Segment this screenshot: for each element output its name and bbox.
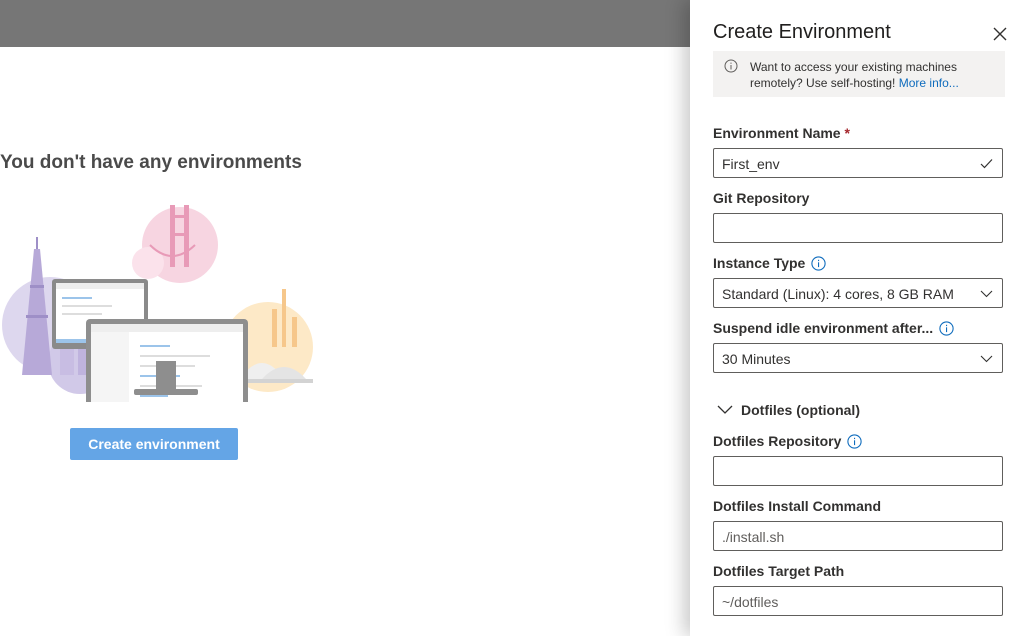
environment-name-input[interactable]: First_env bbox=[713, 148, 1003, 178]
empty-state-title: You don't have any environments bbox=[0, 152, 302, 173]
environment-name-label: Environment Name * bbox=[713, 125, 850, 141]
panel-title: Create Environment bbox=[713, 21, 891, 43]
suspend-dropdown[interactable]: 30 Minutes bbox=[713, 343, 1003, 373]
target-path-placeholder: ~/dotfiles bbox=[722, 594, 779, 610]
main-area: You don't have any environments Create e… bbox=[0, 47, 690, 636]
create-environment-panel: Create Environment Want to access your e… bbox=[690, 0, 1029, 636]
target-path-input[interactable]: ~/dotfiles bbox=[713, 586, 1003, 616]
notice-text: Want to access your existing machines re… bbox=[750, 59, 1000, 91]
dotfiles-section-label: Dotfiles (optional) bbox=[741, 402, 860, 418]
git-repository-label: Git Repository bbox=[713, 190, 810, 206]
dotfiles-repository-input[interactable] bbox=[713, 456, 1003, 486]
top-bar-overlay bbox=[0, 0, 690, 47]
dotfiles-repository-label: Dotfiles Repository bbox=[713, 433, 863, 449]
install-command-input[interactable]: ./install.sh bbox=[713, 521, 1003, 551]
required-marker: * bbox=[844, 125, 850, 141]
install-command-placeholder: ./install.sh bbox=[722, 529, 785, 545]
info-icon[interactable] bbox=[847, 434, 863, 449]
create-environment-button[interactable]: Create environment bbox=[70, 428, 238, 460]
environment-name-value: First_env bbox=[722, 156, 780, 172]
git-repository-input[interactable] bbox=[713, 213, 1003, 243]
instance-type-label-text: Instance Type bbox=[713, 255, 806, 271]
instance-type-label: Instance Type bbox=[713, 255, 826, 271]
suspend-value: 30 Minutes bbox=[722, 351, 791, 367]
checkmark-icon bbox=[980, 159, 993, 169]
install-command-label: Dotfiles Install Command bbox=[713, 498, 882, 514]
suspend-label-text: Suspend idle environment after... bbox=[713, 320, 934, 336]
instance-type-value: Standard (Linux): 4 cores, 8 GB RAM bbox=[722, 286, 954, 302]
suspend-label: Suspend idle environment after... bbox=[713, 320, 954, 336]
dotfiles-repository-label-text: Dotfiles Repository bbox=[713, 433, 842, 449]
environment-name-label-text: Environment Name bbox=[713, 125, 841, 141]
self-hosting-notice: Want to access your existing machines re… bbox=[713, 51, 1005, 97]
info-icon[interactable] bbox=[811, 256, 826, 271]
close-icon[interactable] bbox=[990, 24, 1010, 44]
chevron-down-icon bbox=[980, 355, 993, 363]
monitor-stand bbox=[134, 361, 198, 395]
target-path-label: Dotfiles Target Path bbox=[713, 563, 845, 579]
chevron-down-icon bbox=[717, 405, 733, 414]
chevron-down-icon bbox=[980, 290, 993, 298]
more-info-link[interactable]: More info... bbox=[899, 76, 959, 90]
info-icon bbox=[724, 59, 738, 73]
instance-type-dropdown[interactable]: Standard (Linux): 4 cores, 8 GB RAM bbox=[713, 278, 1003, 308]
info-icon[interactable] bbox=[939, 321, 954, 336]
